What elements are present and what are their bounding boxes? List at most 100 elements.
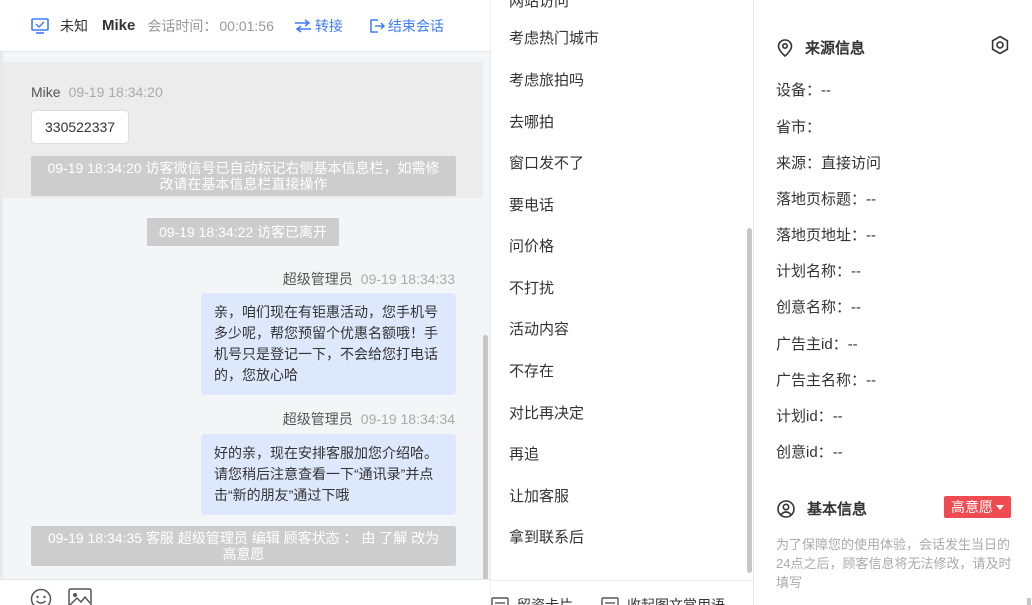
lead-card-label: 留资卡片 xyxy=(517,597,573,605)
field-value: -- xyxy=(832,444,843,461)
smile-icon[interactable] xyxy=(30,588,52,605)
quick-reply-item[interactable]: 拿到联系后 xyxy=(509,526,584,547)
location-pin-icon xyxy=(777,38,793,57)
visitor-info-panel: 来源信息 设备：-- 省市： 来源：直接访问 落地页标题：-- 落地页地址：--… xyxy=(755,0,1032,605)
agent-bubble: 好的亲，现在安排客服加您介绍哈。请您稍后注意查看一下“通讯录”并点击“新的朋友”… xyxy=(201,434,456,515)
session-time: 00:01:56 xyxy=(219,17,274,34)
end-session-label: 结束会话 xyxy=(387,17,444,34)
visitor-name: Mike xyxy=(102,17,136,34)
visitor-message-time: 09-19 18:34:20 xyxy=(68,84,163,100)
field-value: -- xyxy=(866,227,877,244)
quick-reply-item[interactable]: 不打扰 xyxy=(509,277,554,298)
field-label: 广告主id： xyxy=(776,336,848,353)
agent-message-meta: 超级管理员 09-19 18:34:33 xyxy=(283,269,455,289)
info-scrollbar[interactable] xyxy=(1027,598,1031,605)
visitor-message-meta: Mike 09-19 18:34:20 xyxy=(31,84,163,100)
image-icon[interactable] xyxy=(68,588,92,605)
agent-time: 09-19 18:34:33 xyxy=(360,271,455,287)
field-value: -- xyxy=(832,408,843,425)
field-value: -- xyxy=(847,336,858,353)
field-label: 落地页标题： xyxy=(776,191,867,208)
field-plan-name: 计划名称：-- xyxy=(776,260,861,281)
quick-reply-panel: 网站访问 考虑热门城市 考虑旅拍吗 去哪拍 窗口发不了 要电话 问价格 不打扰 … xyxy=(490,0,754,605)
field-value: -- xyxy=(851,299,862,316)
quick-reply-item[interactable]: 不存在 xyxy=(509,360,554,381)
monitor-icon xyxy=(31,17,49,34)
quick-reply-item-partial[interactable]: 网站访问 xyxy=(509,0,569,11)
field-landing-url: 落地页地址：-- xyxy=(776,224,876,245)
quick-reply-footer: 留资卡片 收起图文常用语 xyxy=(491,580,753,605)
exit-icon xyxy=(370,18,385,33)
edit-deadline-notice: 为了保障您的使用体验，会话发生当日的24点之后，顾客信息将无法修改，请及时填写 xyxy=(776,537,1012,590)
basic-info-title: 基本信息 xyxy=(807,501,868,518)
session-time-label: 会话时间： xyxy=(147,17,218,34)
system-notice: 09-19 18:34:20 访客微信号已自动标记右侧基本信息栏，如需修改请在基… xyxy=(31,156,456,196)
user-circle-icon xyxy=(777,499,795,518)
transfer-button[interactable]: 转接 xyxy=(294,16,343,36)
field-label: 计划名称： xyxy=(776,263,852,280)
field-value: -- xyxy=(821,82,832,99)
quick-reply-item[interactable]: 要电话 xyxy=(509,194,554,215)
quick-reply-item[interactable]: 去哪拍 xyxy=(509,111,554,132)
field-label: 省市： xyxy=(776,119,822,136)
field-advertiser-name: 广告主名称：-- xyxy=(776,369,876,390)
field-label: 来源： xyxy=(776,155,822,172)
chat-header: 未知 Mike 会话时间： 00:01:56 转接 结束会话 xyxy=(0,0,490,52)
quick-reply-item[interactable]: 问价格 xyxy=(509,235,554,256)
chat-workspace: 未知 Mike 会话时间： 00:01:56 转接 结束会话 Mike 09-1… xyxy=(0,0,1032,605)
field-value: -- xyxy=(851,263,862,280)
field-label: 广告主名称： xyxy=(776,372,867,389)
agent-name: 超级管理员 xyxy=(282,411,353,427)
card-icon xyxy=(491,597,509,605)
field-label: 计划id： xyxy=(776,408,833,425)
caret-down-icon xyxy=(996,504,1004,510)
quick-reply-scrollbar[interactable] xyxy=(747,228,752,573)
field-creative-name: 创意名称：-- xyxy=(776,296,861,317)
swap-icon xyxy=(294,18,311,33)
intent-status-label: 高意愿 xyxy=(951,499,993,515)
system-notice-left: 09-19 18:34:22 访客已离开 xyxy=(147,218,339,246)
source-info-header: 来源信息 xyxy=(777,37,865,58)
source-info-title: 来源信息 xyxy=(805,40,866,57)
quick-reply-item[interactable]: 考虑旅拍吗 xyxy=(509,69,584,90)
field-advertiser-id: 广告主id：-- xyxy=(776,333,858,354)
field-province-city: 省市： xyxy=(776,116,821,137)
end-session-button[interactable]: 结束会话 xyxy=(369,16,444,36)
field-plan-id: 计划id：-- xyxy=(776,405,843,426)
chat-panel: 未知 Mike 会话时间： 00:01:56 转接 结束会话 Mike 09-1… xyxy=(0,0,490,605)
quick-reply-item[interactable]: 窗口发不了 xyxy=(509,152,584,173)
agent-message-meta: 超级管理员 09-19 18:34:34 xyxy=(283,409,455,429)
list-icon xyxy=(601,597,619,605)
visitor-bubble: 330522337 xyxy=(31,110,130,144)
agent-bubble: 亲，咱们现在有钜惠活动，您手机号多少呢，帮您预留个优惠名额哦！手机号只是登记一下… xyxy=(201,293,456,395)
message-scrollbar[interactable] xyxy=(483,335,488,580)
quick-reply-item[interactable]: 考虑热门城市 xyxy=(509,27,599,48)
quick-reply-item[interactable]: 活动内容 xyxy=(509,318,569,339)
quick-reply-item[interactable]: 让加客服 xyxy=(509,485,569,506)
field-source: 来源：直接访问 xyxy=(776,152,881,173)
field-creative-id: 创意id：-- xyxy=(776,441,843,462)
visitor-message-name: Mike xyxy=(31,84,61,100)
transfer-label: 转接 xyxy=(314,17,343,34)
agent-name: 超级管理员 xyxy=(282,271,353,287)
intent-status-dropdown[interactable]: 高意愿 xyxy=(944,496,1011,518)
collapse-phrases-label: 收起图文常用语 xyxy=(627,597,725,605)
field-device: 设备：-- xyxy=(776,79,831,100)
field-landing-title: 落地页标题：-- xyxy=(776,188,876,209)
agent-time: 09-19 18:34:34 xyxy=(360,411,455,427)
field-label: 创意id： xyxy=(776,444,833,461)
collapse-phrases-button[interactable]: 收起图文常用语 xyxy=(601,595,725,605)
chat-toolbar xyxy=(0,579,490,605)
gear-icon[interactable] xyxy=(990,35,1010,55)
system-notice-status-change: 09-19 18:34:35 客服 超级管理员 编辑 顾客状态 ： 由 了解 改… xyxy=(31,526,456,566)
basic-info-header: 基本信息 xyxy=(777,498,867,519)
message-list[interactable]: Mike 09-19 18:34:20 330522337 09-19 18:34… xyxy=(3,52,483,579)
field-label: 创意名称： xyxy=(776,299,852,316)
field-value: -- xyxy=(866,372,877,389)
field-value: -- xyxy=(866,191,877,208)
quick-reply-item[interactable]: 对比再决定 xyxy=(509,402,584,423)
lead-card-button[interactable]: 留资卡片 xyxy=(491,595,573,605)
field-label: 落地页地址： xyxy=(776,227,867,244)
quick-reply-item[interactable]: 再追 xyxy=(509,443,539,464)
field-label: 设备： xyxy=(776,82,822,99)
